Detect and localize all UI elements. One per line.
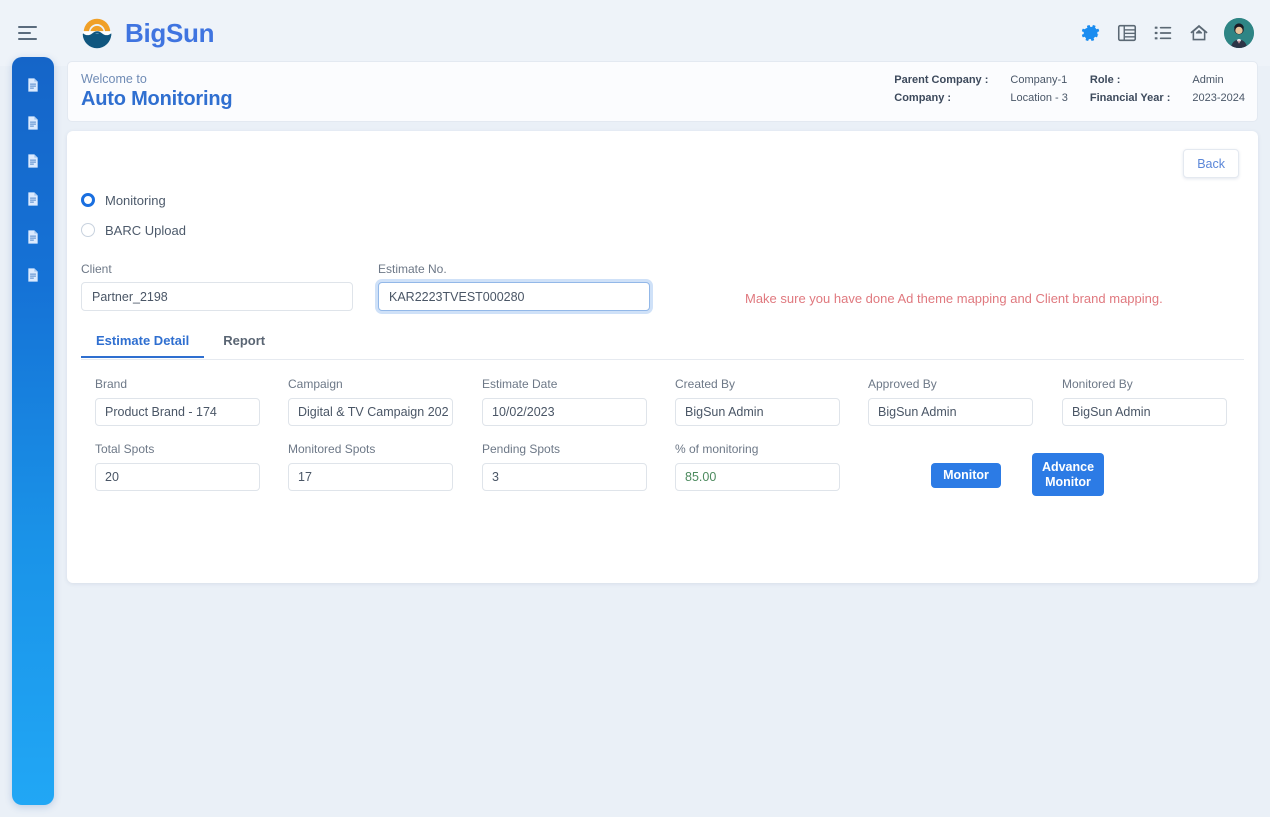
app-root: BigSun Welcome to Auto Monitoring Parent… — [0, 0, 1270, 817]
pct-monitoring-label: % of monitoring — [675, 442, 759, 456]
document-icon — [28, 154, 38, 168]
list-icon[interactable] — [1152, 22, 1174, 44]
radio-dot-unselected — [81, 223, 95, 237]
sidebar-item-document-4[interactable] — [24, 189, 42, 209]
hamburger-line — [18, 38, 37, 40]
mapping-warning-text: Make sure you have done Ad theme mapping… — [745, 291, 1163, 306]
client-input[interactable]: Partner_2198 — [81, 282, 353, 311]
campaign-label: Campaign — [288, 377, 343, 391]
brand-field: Brand Product Brand - 174 — [95, 377, 260, 426]
estimate-date-input[interactable]: 10/02/2023 — [482, 398, 647, 426]
form-row-2: Total Spots 20 Monitored Spots 17 Pendin… — [95, 442, 1235, 507]
detail-tabs: Estimate Detail Report — [81, 327, 1244, 360]
document-icon — [28, 192, 38, 206]
created-by-field: Created By BigSun Admin — [675, 377, 840, 426]
tab-report[interactable]: Report — [208, 327, 280, 357]
meta-value-financial-year: 2023-2024 — [1192, 92, 1245, 104]
monitored-by-input[interactable]: BigSun Admin — [1062, 398, 1227, 426]
created-by-input[interactable]: BigSun Admin — [675, 398, 840, 426]
monitored-spots-field: Monitored Spots 17 — [288, 442, 453, 491]
meta-value-parent-company: Company-1 — [1010, 74, 1068, 86]
meta-key-financial-year: Financial Year : — [1089, 92, 1171, 104]
client-field: Client Partner_2198 — [81, 262, 353, 311]
top-bar-actions — [1080, 0, 1254, 66]
monitor-button[interactable]: Monitor — [931, 463, 1001, 488]
meta-value-company: Location - 3 — [1010, 92, 1068, 104]
left-sidebar — [12, 57, 54, 805]
sidebar-item-document-2[interactable] — [24, 113, 42, 133]
welcome-label: Welcome to — [81, 72, 147, 86]
client-label: Client — [81, 262, 112, 276]
pending-spots-input[interactable]: 3 — [482, 463, 647, 491]
document-icon — [28, 116, 38, 130]
total-spots-field: Total Spots 20 — [95, 442, 260, 491]
hamburger-menu-icon[interactable] — [14, 16, 48, 50]
monitored-spots-input[interactable]: 17 — [288, 463, 453, 491]
meta-key-company: Company : — [894, 92, 952, 104]
gear-icon[interactable] — [1080, 22, 1102, 44]
tab-estimate-detail[interactable]: Estimate Detail — [81, 327, 205, 358]
approved-by-input[interactable]: BigSun Admin — [868, 398, 1033, 426]
monitored-by-label: Monitored By — [1062, 377, 1133, 391]
bigsun-logo-icon — [82, 18, 112, 49]
estimate-no-label: Estimate No. — [378, 262, 447, 276]
monitored-by-field: Monitored By BigSun Admin — [1062, 377, 1227, 426]
radio-dot-selected — [81, 193, 95, 207]
total-spots-input[interactable]: 20 — [95, 463, 260, 491]
brand-logo-group[interactable]: BigSun — [78, 14, 214, 52]
sidebar-item-document-6[interactable] — [24, 265, 42, 285]
estimate-no-field: Estimate No. KAR2223TVEST000280 — [378, 262, 650, 311]
document-icon — [28, 268, 38, 282]
page-title: Auto Monitoring — [81, 88, 233, 110]
monitored-spots-label: Monitored Spots — [288, 442, 376, 456]
sidebar-item-document-1[interactable] — [24, 75, 42, 95]
brand-label: Brand — [95, 377, 128, 391]
pct-monitoring-field: % of monitoring 85.00 — [675, 442, 840, 491]
radio-option-monitoring[interactable]: Monitoring — [81, 187, 186, 213]
document-icon — [28, 230, 38, 244]
estimate-detail-form: Brand Product Brand - 174 Campaign Digit… — [95, 377, 1235, 507]
estimate-no-input[interactable]: KAR2223TVEST000280 — [378, 282, 650, 311]
main-content-card: Back Monitoring BARC Upload Client Partn… — [67, 131, 1258, 583]
back-button[interactable]: Back — [1183, 149, 1239, 178]
user-avatar[interactable] — [1224, 18, 1254, 48]
top-bar: BigSun — [0, 0, 1270, 66]
page-header-card: Welcome to Auto Monitoring Parent Compan… — [67, 61, 1258, 122]
estimate-date-label: Estimate Date — [482, 377, 558, 391]
approved-by-field: Approved By BigSun Admin — [868, 377, 1033, 426]
total-spots-label: Total Spots — [95, 442, 155, 456]
hamburger-line — [18, 32, 31, 34]
brand-input[interactable]: Product Brand - 174 — [95, 398, 260, 426]
document-icon — [28, 78, 38, 92]
radio-label-barc-upload: BARC Upload — [105, 222, 186, 238]
created-by-label: Created By — [675, 377, 736, 391]
campaign-field: Campaign Digital & TV Campaign 202 — [288, 377, 453, 426]
home-icon[interactable] — [1188, 22, 1210, 44]
meta-value-role: Admin — [1192, 74, 1224, 86]
meta-key-role: Role : — [1089, 74, 1121, 86]
pending-spots-label: Pending Spots — [482, 442, 561, 456]
brand-name: BigSun — [125, 17, 215, 48]
pending-spots-field: Pending Spots 3 — [482, 442, 647, 491]
advance-monitor-button[interactable]: Advance Monitor — [1032, 453, 1104, 496]
hamburger-line — [18, 26, 37, 28]
radio-label-monitoring: Monitoring — [105, 192, 166, 208]
mode-radio-group: Monitoring BARC Upload — [81, 187, 186, 243]
grid-table-icon[interactable] — [1116, 22, 1138, 44]
sidebar-item-document-3[interactable] — [24, 151, 42, 171]
estimate-date-field: Estimate Date 10/02/2023 — [482, 377, 647, 426]
context-meta: Parent Company : Company-1 Role : Admin … — [894, 74, 1245, 104]
radio-option-barc-upload[interactable]: BARC Upload — [81, 217, 186, 243]
pct-monitoring-input[interactable]: 85.00 — [675, 463, 840, 491]
approved-by-label: Approved By — [868, 377, 937, 391]
sidebar-item-document-5[interactable] — [24, 227, 42, 247]
meta-key-parent-company: Parent Company : — [894, 74, 989, 86]
campaign-input[interactable]: Digital & TV Campaign 202 — [288, 398, 453, 426]
form-row-1: Brand Product Brand - 174 Campaign Digit… — [95, 377, 1235, 442]
